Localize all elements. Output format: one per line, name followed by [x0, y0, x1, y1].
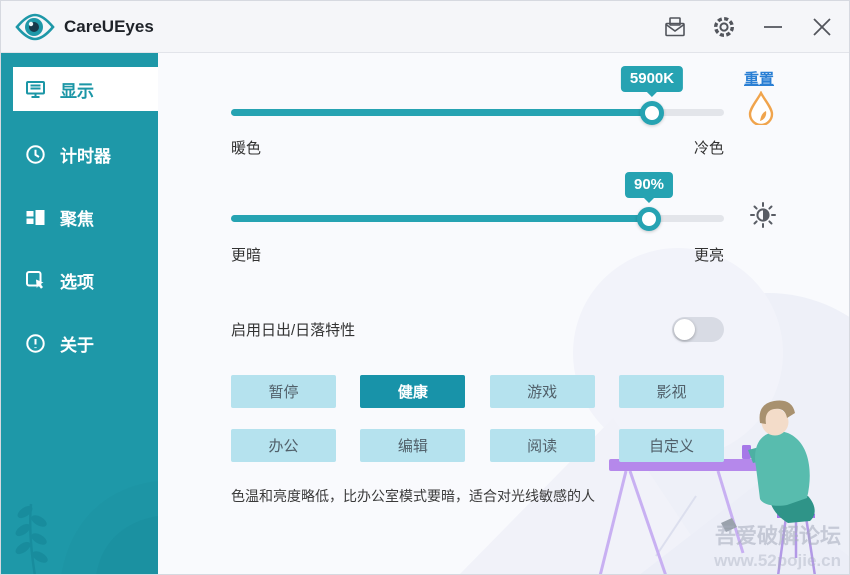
warm-label: 暖色: [231, 140, 262, 157]
sidebar: 显示 计时器 聚焦 选项 关于: [1, 53, 158, 574]
mode-button-pause[interactable]: 暂停: [231, 375, 336, 408]
sidebar-item-options[interactable]: 选项: [1, 258, 158, 302]
mode-buttons-grid: 暂停 健康 游戏 影视 办公 编辑 阅读 自定义: [231, 375, 724, 462]
sidebar-item-label: 聚焦: [60, 209, 94, 229]
brightness-icon: [749, 201, 777, 234]
sidebar-item-label: 显示: [60, 81, 94, 101]
mail-icon[interactable]: [662, 14, 688, 40]
watermark-line2: www.52pojie.cn: [714, 550, 841, 570]
reset-link[interactable]: 重置: [744, 68, 774, 89]
app-title: CareUEyes: [64, 16, 154, 36]
sidebar-item-focus[interactable]: 聚焦: [1, 195, 158, 239]
gear-icon[interactable]: [711, 14, 737, 40]
temperature-slider-thumb[interactable]: [640, 101, 664, 125]
display-panel: 5900K 重置 暖色 冷色 90% 更暗 更亮 启用日出/日落特性 暂停 健康…: [158, 53, 849, 574]
brighter-label: 更亮: [693, 247, 724, 264]
about-icon: [25, 333, 46, 354]
sidebar-item-label: 计时器: [60, 146, 111, 166]
minimize-icon[interactable]: [760, 14, 786, 40]
watermark: 吾爱破解论坛 www.52pojie.cn: [714, 524, 841, 572]
temperature-slider-fill: [231, 109, 652, 116]
mode-button-game[interactable]: 游戏: [489, 375, 595, 408]
sidebar-plant-decoration: [15, 481, 158, 574]
titlebar: CareUEyes: [1, 1, 849, 53]
options-icon: [25, 270, 46, 291]
darker-label: 更暗: [231, 247, 262, 264]
clock-icon: [25, 144, 46, 165]
sidebar-item-label: 关于: [60, 335, 94, 355]
titlebar-icons: [662, 14, 835, 40]
mode-button-custom[interactable]: 自定义: [618, 429, 724, 462]
sidebar-item-timer[interactable]: 计时器: [1, 132, 158, 176]
sidebar-item-about[interactable]: 关于: [1, 321, 158, 365]
mode-button-edit[interactable]: 编辑: [360, 429, 466, 462]
focus-icon: [25, 207, 46, 228]
mode-button-office[interactable]: 办公: [231, 429, 336, 462]
brightness-value-badge: 90%: [624, 172, 674, 198]
monitor-icon: [25, 79, 46, 100]
cold-label: 冷色: [693, 140, 724, 157]
brightness-slider-thumb[interactable]: [637, 207, 661, 231]
toggle-knob: [674, 319, 695, 340]
mode-button-read[interactable]: 阅读: [489, 429, 595, 462]
mode-button-health[interactable]: 健康: [360, 375, 466, 408]
close-icon[interactable]: [809, 14, 835, 40]
color-drop-icon[interactable]: [746, 90, 776, 130]
app-window: CareUEyes 显示 计时器 聚焦 选项 关于 5900K 重置 暖色 冷色…: [0, 0, 850, 575]
sunrise-toggle[interactable]: [672, 317, 724, 342]
watermark-line1: 吾爱破解论坛: [715, 524, 841, 548]
sidebar-item-label: 选项: [60, 272, 94, 292]
brightness-slider-fill: [231, 215, 649, 222]
temperature-value-badge: 5900K: [620, 66, 684, 92]
mode-button-movie[interactable]: 影视: [618, 375, 724, 408]
careueyes-eye-logo: [15, 13, 55, 40]
sidebar-item-display[interactable]: 显示: [13, 67, 158, 111]
sunrise-toggle-label: 启用日出/日落特性: [231, 322, 356, 339]
mode-description: 色温和亮度略低，比办公室模式要暗，适合对光线敏感的人: [231, 488, 595, 504]
